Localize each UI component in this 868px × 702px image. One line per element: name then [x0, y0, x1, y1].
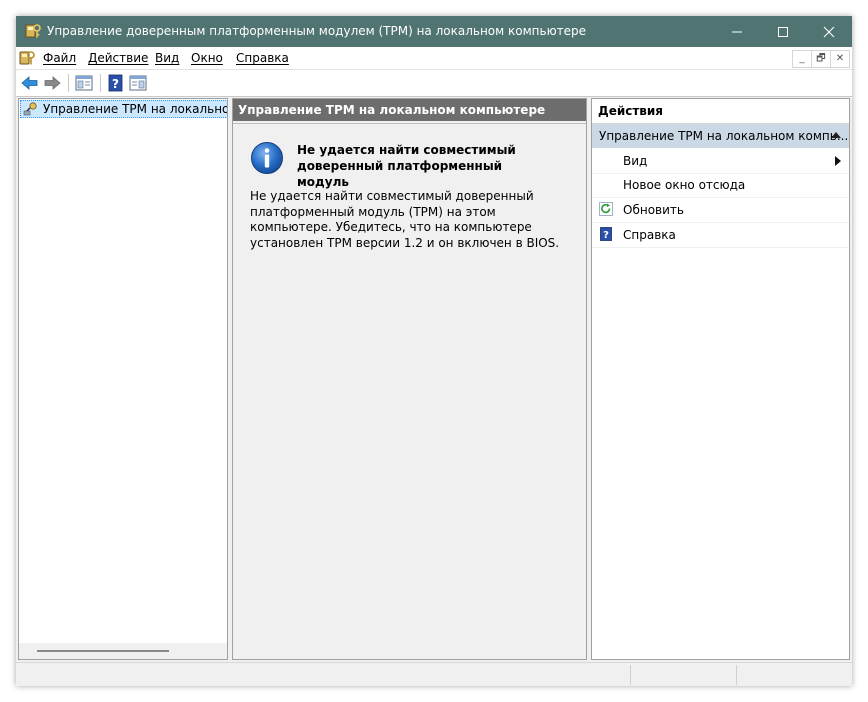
action-refresh[interactable]: Обновить — [592, 198, 849, 223]
mdi-restore-button[interactable]: 🗗 — [811, 50, 831, 68]
tpm-key-icon — [25, 24, 41, 38]
results-pane-title: Управление TPM на локальном компьютере — [238, 103, 546, 117]
info-icon — [251, 142, 283, 174]
results-pane: Управление TPM на локальном компьютере Н… — [232, 98, 587, 660]
mdi-minimize-button[interactable]: _ — [792, 50, 812, 68]
toolbar-separator — [100, 74, 101, 92]
actions-header-label: Действия — [598, 104, 664, 118]
actions-group-label: Управление TPM на локальном компь... — [599, 129, 849, 143]
show-hide-action-pane-icon[interactable] — [128, 73, 148, 93]
close-button[interactable] — [806, 16, 852, 47]
minimize-button[interactable] — [714, 16, 760, 47]
show-hide-tree-icon[interactable] — [74, 73, 94, 93]
mdi-close-button[interactable]: ✕ — [830, 50, 850, 68]
status-bar — [16, 662, 852, 686]
mmc-window: Управление доверенным платформенным моду… — [16, 16, 852, 686]
document-key-icon[interactable] — [19, 50, 35, 66]
menu-help[interactable]: Справка — [236, 51, 289, 65]
console-panes: Управление TPM на локальном к Управление… — [16, 98, 852, 660]
menu-bar: Файл Действие Вид Окно Справка _ 🗗 ✕ — [16, 47, 852, 70]
error-message: Не удается найти совместимый доверенный … — [250, 189, 560, 250]
actions-group-tpm[interactable]: Управление TPM на локальном компь... — [592, 124, 849, 148]
window-title: Управление доверенным платформенным моду… — [47, 24, 587, 38]
action-view[interactable]: Вид — [592, 149, 849, 174]
toolbar: ? — [16, 70, 852, 97]
action-view-label: Вид — [623, 154, 648, 168]
help-icon[interactable]: ? — [106, 73, 126, 93]
refresh-icon — [599, 202, 613, 216]
svg-text:?: ? — [603, 230, 609, 241]
collapse-up-icon[interactable] — [831, 132, 841, 138]
tree-horizontal-scrollbar[interactable] — [19, 643, 227, 659]
menu-file[interactable]: Файл — [43, 51, 76, 65]
maximize-button[interactable] — [760, 16, 806, 47]
back-arrow-icon[interactable] — [20, 73, 40, 93]
results-pane-header: Управление TPM на локальном компьютере — [233, 99, 586, 121]
tree-item-tpm-management[interactable]: Управление TPM на локальном к — [20, 100, 227, 118]
maximize-icon — [778, 26, 788, 37]
error-title: Не удается найти совместимый доверенный … — [297, 143, 516, 189]
submenu-arrow-icon — [835, 156, 841, 166]
menu-action[interactable]: Действие — [88, 51, 148, 65]
minimize-icon — [732, 31, 742, 32]
menu-view[interactable]: Вид — [155, 51, 179, 65]
action-help-label: Справка — [623, 228, 676, 242]
svg-text:?: ? — [112, 77, 119, 91]
menu-window[interactable]: Окно — [191, 51, 223, 65]
console-tree-pane[interactable]: Управление TPM на локальном к — [18, 98, 228, 660]
action-help[interactable]: ? Справка — [592, 223, 849, 248]
action-refresh-label: Обновить — [623, 203, 684, 217]
actions-pane: Действия Управление TPM на локальном ком… — [591, 98, 850, 660]
scrollbar-thumb[interactable] — [37, 650, 169, 652]
actions-header: Действия — [592, 99, 849, 124]
tree-item-label: Управление TPM на локальном к — [43, 102, 227, 116]
close-icon — [823, 26, 835, 37]
toolbar-separator — [68, 74, 69, 92]
status-divider — [630, 665, 631, 685]
action-new-window[interactable]: Новое окно отсюда — [592, 173, 849, 198]
help-book-icon: ? — [600, 227, 612, 241]
forward-arrow-icon[interactable] — [42, 73, 62, 93]
divider — [233, 123, 586, 124]
title-bar[interactable]: Управление доверенным платформенным моду… — [16, 16, 852, 47]
action-new-window-label: Новое окно отсюда — [623, 178, 746, 192]
tpm-key-icon — [23, 102, 37, 116]
status-divider — [736, 665, 737, 685]
